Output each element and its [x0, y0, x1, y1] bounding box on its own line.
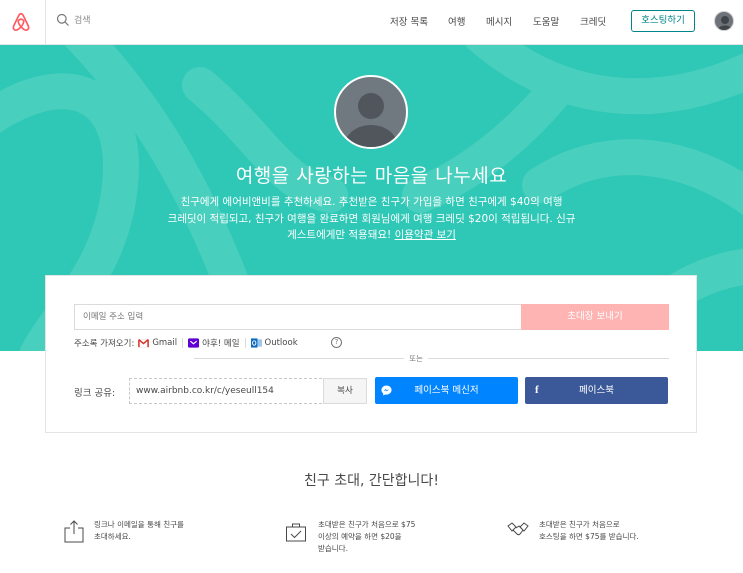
search-input[interactable] — [74, 12, 274, 30]
user-avatar[interactable] — [714, 11, 734, 31]
nav-saved[interactable]: 저장 목록 — [390, 14, 428, 28]
copy-button[interactable]: 복사 — [323, 378, 367, 404]
gmail-import[interactable]: Gmail — [138, 338, 177, 348]
step-text: 링크나 이메일을 통해 친구를 초대하세요. — [94, 519, 184, 543]
hero-desc-line: 게스트에게만 적용돼요! 이용약관 보기 — [131, 227, 612, 244]
or-text: 또는 — [409, 354, 423, 363]
hero-desc-line: 크레딧이 적립되고, 친구가 여행을 완료하면 회원님에게 여행 크레딧 $20… — [167, 212, 576, 225]
nav-help[interactable]: 도움말 — [533, 14, 559, 28]
nav-messages[interactable]: 메시지 — [486, 14, 512, 28]
profile-avatar — [334, 75, 408, 149]
yahoo-label: 야후! 메일 — [202, 339, 240, 349]
user-silhouette-icon — [345, 93, 397, 147]
email-input[interactable] — [74, 304, 522, 330]
nav-trips[interactable]: 여행 — [448, 14, 465, 28]
step-text-line: 이상의 예약을 하면 $20을 — [318, 532, 402, 541]
steps-title: 친구 초대, 간단합니다! — [304, 473, 439, 489]
top-header: 저장 목록 여행 메시지 도움말 크레딧 호스팅하기 — [0, 0, 743, 45]
step-text: 초대받은 친구가 처음으로 $75 이상의 예약을 하면 $20을 받습니다. — [318, 519, 415, 555]
outlook-import[interactable]: Outlook — [250, 338, 298, 348]
divider-line — [428, 358, 669, 359]
hero-desc-line: 친구에게 에어비앤비를 추천하세요. 추천받은 친구가 가입을 하면 친구에게 … — [180, 196, 563, 208]
step-text-line: 초대하세요. — [94, 532, 131, 541]
messenger-label: 페이스북 메신저 — [414, 385, 479, 396]
facebook-label: 페이스북 — [579, 385, 614, 396]
outlook-icon — [250, 338, 262, 348]
facebook-share-button[interactable]: f 페이스북 — [525, 377, 668, 404]
step-text-line: 초대받은 친구가 처음으로 — [539, 520, 620, 529]
handshake-icon — [507, 522, 529, 536]
source-divider — [182, 338, 184, 348]
step-text-line: 호스팅을 하면 $75를 받습니다. — [539, 532, 639, 541]
source-divider — [244, 338, 246, 348]
step-text: 초대받은 친구가 처음으로 호스팅을 하면 $75를 받습니다. — [539, 519, 639, 543]
search-icon — [56, 13, 69, 26]
gmail-label: Gmail — [152, 338, 178, 348]
hero-title: 여행을 사랑하는 마음을 나누세요 — [235, 165, 508, 187]
suitcase-icon — [286, 523, 306, 542]
outlook-label: Outlook — [264, 338, 298, 348]
gmail-icon — [138, 339, 150, 348]
yahoo-mail-icon — [188, 338, 200, 348]
header-divider — [45, 0, 46, 45]
step-text-line: 받습니다. — [318, 544, 348, 553]
messenger-share-button[interactable]: 페이스북 메신저 — [375, 377, 518, 404]
airbnb-logo-icon[interactable] — [10, 11, 32, 33]
share-link-label: 링크 공유: — [74, 388, 116, 399]
terms-link[interactable]: 이용약관 보기 — [395, 229, 456, 241]
send-invite-button[interactable]: 초대장 보내기 — [521, 304, 669, 330]
share-icon — [64, 520, 84, 543]
yahoo-import[interactable]: 야후! 메일 — [188, 337, 240, 349]
nav-credits[interactable]: 크레딧 — [580, 14, 606, 28]
hero-description: 친구에게 에어비앤비를 추천하세요. 추천받은 친구가 가입을 하면 친구에게 … — [131, 194, 612, 244]
help-icon[interactable]: ? — [331, 337, 342, 348]
step-text-line: 초대받은 친구가 처음으로 $75 — [318, 520, 416, 529]
import-contacts: 주소록 가져오기: Gmail 야후! 메일 Outlook — [74, 336, 298, 350]
user-silhouette-icon — [717, 16, 733, 30]
hero-desc-text: 게스트에게만 적용돼요! — [287, 229, 392, 241]
host-button[interactable]: 호스팅하기 — [631, 10, 695, 32]
import-label: 주소록 가져오기: — [74, 339, 135, 349]
divider-line — [194, 358, 404, 359]
invite-card: 초대장 보내기 주소록 가져오기: Gmail 야후! 메일 — [45, 275, 697, 433]
or-divider: 또는 — [194, 354, 669, 368]
step-text-line: 링크나 이메일을 통해 친구를 — [94, 520, 184, 529]
